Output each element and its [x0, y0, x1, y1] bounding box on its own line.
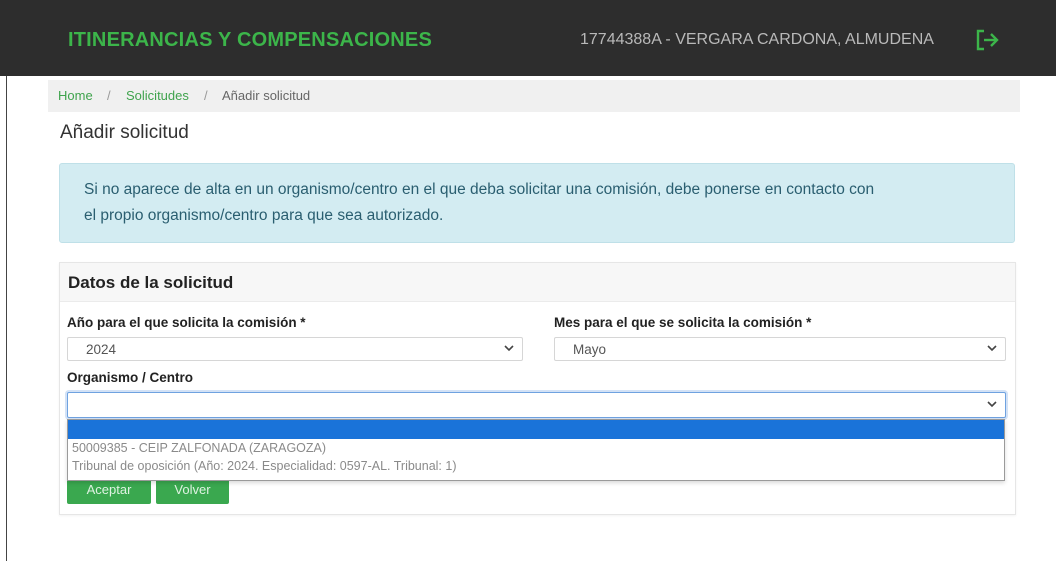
breadcrumb-separator: / [204, 88, 208, 103]
year-select[interactable]: 2024 [67, 337, 523, 361]
card-header: Datos de la solicitud [60, 263, 1015, 302]
breadcrumb-current: Añadir solicitud [222, 88, 311, 103]
month-select-value: Mayo [573, 342, 607, 357]
breadcrumb-separator: / [107, 88, 111, 103]
alert-line-1: Si no aparece de alta en un organismo/ce… [84, 181, 875, 198]
year-select-value: 2024 [86, 342, 117, 357]
card-title: Datos de la solicitud [68, 273, 234, 292]
month-select[interactable]: Mayo [554, 337, 1006, 361]
app-title[interactable]: ITINERANCIAS Y COMPENSACIONES [68, 29, 432, 52]
organismo-dropdown-list: 50009385 - CEIP ZALFONADA (ZARAGOZA) Tri… [67, 419, 1005, 481]
top-navbar: ITINERANCIAS Y COMPENSACIONES 17744388A … [0, 0, 1056, 76]
dropdown-option-empty[interactable] [68, 420, 1004, 439]
breadcrumb: Home / Solicitudes / Añadir solicitud [48, 80, 1020, 112]
dropdown-option-tribunal[interactable]: Tribunal de oposición (Año: 2024. Especi… [68, 458, 1004, 477]
organismo-label: Organismo / Centro [67, 370, 194, 385]
user-name: 17744388A - VERGARA CARDONA, ALMUDENA [580, 31, 934, 48]
chevron-down-icon [987, 345, 997, 352]
info-alert: Si no aparece de alta en un organismo/ce… [59, 163, 1015, 243]
window-edge [6, 0, 7, 561]
chevron-down-icon [987, 401, 997, 408]
breadcrumb-solicitudes-link[interactable]: Solicitudes [126, 80, 189, 112]
breadcrumb-home-link[interactable]: Home [58, 80, 93, 112]
alert-line-2: el propio organismo/centro para que sea … [84, 207, 444, 224]
alert-message: Si no aparece de alta en un organismo/ce… [84, 177, 1004, 229]
logout-icon[interactable] [975, 28, 1001, 52]
year-label: Año para el que solicita la comisión * [67, 315, 306, 330]
dropdown-option-label: 50009385 - CEIP ZALFONADA (ZARAGOZA) [72, 441, 327, 455]
organismo-select[interactable] [67, 392, 1006, 418]
page-title: Añadir solicitud [60, 122, 189, 143]
chevron-down-icon [504, 345, 514, 352]
month-label: Mes para el que se solicita la comisión … [554, 315, 812, 330]
dropdown-option-label: Tribunal de oposición (Año: 2024. Especi… [72, 459, 457, 473]
dropdown-option-ceip-zalfonada[interactable]: 50009385 - CEIP ZALFONADA (ZARAGOZA) [68, 440, 1004, 458]
